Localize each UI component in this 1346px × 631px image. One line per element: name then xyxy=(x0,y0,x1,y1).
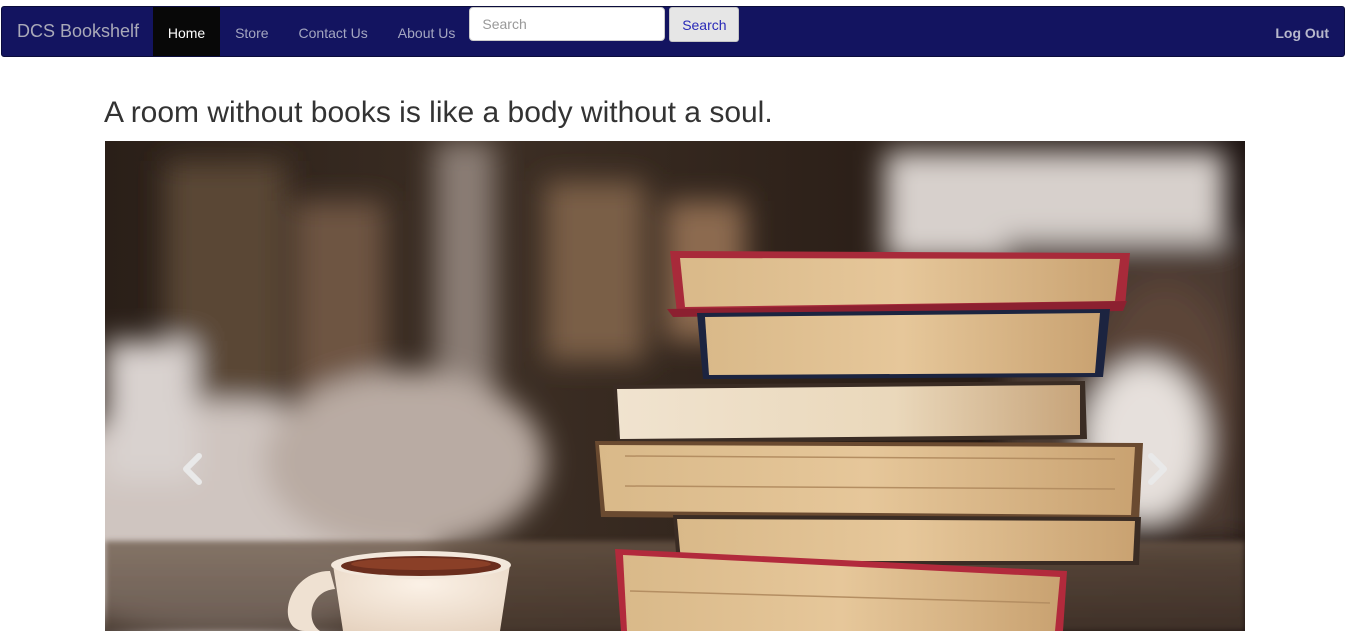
nav-link-contact-us[interactable]: Contact Us xyxy=(284,7,383,56)
page-quote: A room without books is like a body with… xyxy=(104,96,773,129)
search-form: Search xyxy=(469,7,740,56)
chevron-right-icon xyxy=(1148,453,1167,485)
brand-link[interactable]: DCS Bookshelf xyxy=(2,7,153,56)
chevron-left-icon xyxy=(183,453,202,485)
logout-link[interactable]: Log Out xyxy=(1260,7,1344,56)
navbar: DCS Bookshelf Home Store Contact Us Abou… xyxy=(1,6,1345,57)
nav-link-home[interactable]: Home xyxy=(153,7,221,56)
image-carousel xyxy=(105,141,1245,631)
navbar-spacer xyxy=(739,7,1260,56)
carousel-prev-button[interactable] xyxy=(105,141,285,631)
search-button[interactable]: Search xyxy=(669,7,740,42)
nav-link-store[interactable]: Store xyxy=(220,7,283,56)
search-input[interactable] xyxy=(469,7,666,41)
nav-link-about-us[interactable]: About Us xyxy=(383,7,471,56)
carousel-next-button[interactable] xyxy=(1065,141,1245,631)
